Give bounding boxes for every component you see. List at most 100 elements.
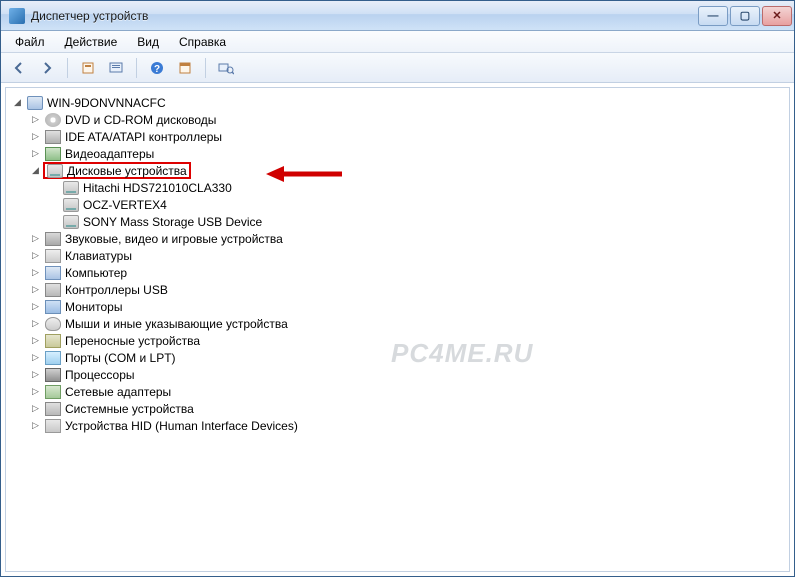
tree-node[interactable]: ▷ Мониторы (30, 298, 785, 315)
tree-node[interactable]: ▷Сетевые адаптеры (30, 383, 785, 400)
console-button[interactable] (104, 56, 128, 80)
forward-button[interactable] (35, 56, 59, 80)
tree-node[interactable]: ▷ Переносные устройства (30, 332, 785, 349)
menu-view[interactable]: Вид (127, 32, 169, 52)
mon-icon (45, 300, 61, 314)
help-icon: ? (150, 61, 164, 75)
svg-text:?: ? (154, 64, 160, 75)
expand-icon[interactable]: ▷ (30, 318, 41, 329)
close-button[interactable]: ✕ (762, 6, 792, 26)
show-hidden-button[interactable] (173, 56, 197, 80)
toolbar-separator (205, 58, 206, 78)
toolbar-separator (67, 58, 68, 78)
help-button[interactable]: ? (145, 56, 169, 80)
node-label: DVD и CD-ROM дисководы (65, 113, 216, 127)
collapse-icon[interactable]: ◢ (30, 165, 41, 176)
expand-icon[interactable]: ▷ (30, 369, 41, 380)
scan-hardware-button[interactable] (214, 56, 238, 80)
node-label: Контроллеры USB (65, 283, 168, 297)
menu-action[interactable]: Действие (55, 32, 128, 52)
expand-icon[interactable]: ▷ (30, 386, 41, 397)
computer-icon (27, 96, 43, 110)
menubar: Файл Действие Вид Справка (1, 31, 794, 53)
titlebar[interactable]: Диспетчер устройств — ▢ ✕ (1, 1, 794, 31)
tree-node[interactable]: ▷ Контроллеры USB (30, 281, 785, 298)
node-label: Компьютер (65, 266, 127, 280)
com-icon (45, 351, 61, 365)
menu-file[interactable]: Файл (5, 32, 55, 52)
expand-icon[interactable]: ▷ (30, 301, 41, 312)
tree-node[interactable]: ▷ Клавиатуры (30, 247, 785, 264)
node-label: Устройства HID (Human Interface Devices) (65, 419, 298, 433)
expand-icon[interactable]: ▷ (30, 148, 41, 159)
node-label: Hitachi HDS721010CLA330 (83, 181, 232, 195)
tree-node[interactable]: ▷ DVD и CD-ROM дисководы (30, 111, 785, 128)
tree-leaf[interactable]: Hitachi HDS721010CLA330 (48, 179, 785, 196)
node-label: Видеоадаптеры (65, 147, 154, 161)
sys-icon (45, 402, 61, 416)
root-label: WIN-9DONVNNACFC (47, 96, 166, 110)
tree-leaf[interactable]: SONY Mass Storage USB Device (48, 213, 785, 230)
video-icon (45, 147, 61, 161)
back-button[interactable] (7, 56, 31, 80)
usb-icon (45, 283, 61, 297)
expand-icon[interactable]: ▷ (30, 250, 41, 261)
ide-icon (45, 130, 61, 144)
tree-node[interactable]: ▷ Процессоры (30, 366, 785, 383)
scan-icon (218, 61, 234, 75)
disk-icon (47, 164, 63, 178)
tree-node[interactable]: ▷IDE ATA/ATAPI контроллеры (30, 128, 785, 145)
expand-icon[interactable]: ▷ (30, 352, 41, 363)
sound-icon (45, 232, 61, 246)
properties-box-icon (81, 61, 95, 75)
properties-box-button[interactable] (76, 56, 100, 80)
node-label: Переносные устройства (65, 334, 200, 348)
node-label: Дисковые устройства (67, 164, 187, 178)
back-icon (12, 61, 26, 75)
kb-icon (45, 249, 61, 263)
tree-leaf[interactable]: OCZ-VERTEX4 (48, 196, 785, 213)
tree-node[interactable]: ◢ Дисковые устройства (30, 162, 785, 179)
port-icon (45, 334, 61, 348)
node-label: SONY Mass Storage USB Device (83, 215, 262, 229)
tree-node[interactable]: ▷ Компьютер (30, 264, 785, 281)
node-label: Клавиатуры (65, 249, 132, 263)
expand-icon[interactable]: ▷ (30, 284, 41, 295)
comp-icon (45, 266, 61, 280)
mouse-icon (45, 317, 61, 331)
collapse-icon[interactable]: ◢ (12, 97, 23, 108)
node-label: Системные устройства (65, 402, 194, 416)
maximize-button[interactable]: ▢ (730, 6, 760, 26)
tree-root[interactable]: ◢ WIN-9DONVNNACFC (12, 94, 785, 111)
hid-icon (45, 419, 61, 433)
expand-icon[interactable]: ▷ (30, 233, 41, 244)
minimize-button[interactable]: — (698, 6, 728, 26)
net-icon (45, 385, 61, 399)
expand-icon[interactable]: ▷ (30, 131, 41, 142)
tree-node[interactable]: ▷ Звуковые, видео и игровые устройства (30, 230, 785, 247)
node-label: Процессоры (65, 368, 135, 382)
expand-icon[interactable]: ▷ (30, 114, 41, 125)
menu-help[interactable]: Справка (169, 32, 236, 52)
device-manager-window: Диспетчер устройств — ▢ ✕ Файл Действие … (0, 0, 795, 577)
window-buttons: — ▢ ✕ (698, 6, 792, 26)
node-label: Мыши и иные указывающие устройства (65, 317, 288, 331)
expand-icon[interactable]: ▷ (30, 335, 41, 346)
expand-icon[interactable]: ▷ (30, 267, 41, 278)
disk-drive-icon (63, 181, 79, 195)
toolbar-separator (136, 58, 137, 78)
toolbar: ? (1, 53, 794, 83)
tree-node[interactable]: ▷ Системные устройства (30, 400, 785, 417)
tree-node[interactable]: ▷ Устройства HID (Human Interface Devices… (30, 417, 785, 434)
node-label: Звуковые, видео и игровые устройства (65, 232, 283, 246)
disk-drive-icon (63, 198, 79, 212)
tree-view[interactable]: ◢ WIN-9DONVNNACFC ▷ DVD и CD-ROM дисковод… (5, 87, 790, 572)
tree-node[interactable]: ▷ Видеоадаптеры (30, 145, 785, 162)
tree-node[interactable]: ▷Порты (COM и LPT) (30, 349, 785, 366)
expand-icon[interactable]: ▷ (30, 420, 41, 431)
device-tree: ◢ WIN-9DONVNNACFC ▷ DVD и CD-ROM дисковод… (10, 94, 785, 434)
tree-node[interactable]: ▷ Мыши и иные указывающие устройства (30, 315, 785, 332)
node-label: Мониторы (65, 300, 122, 314)
app-icon (9, 8, 25, 24)
expand-icon[interactable]: ▷ (30, 403, 41, 414)
